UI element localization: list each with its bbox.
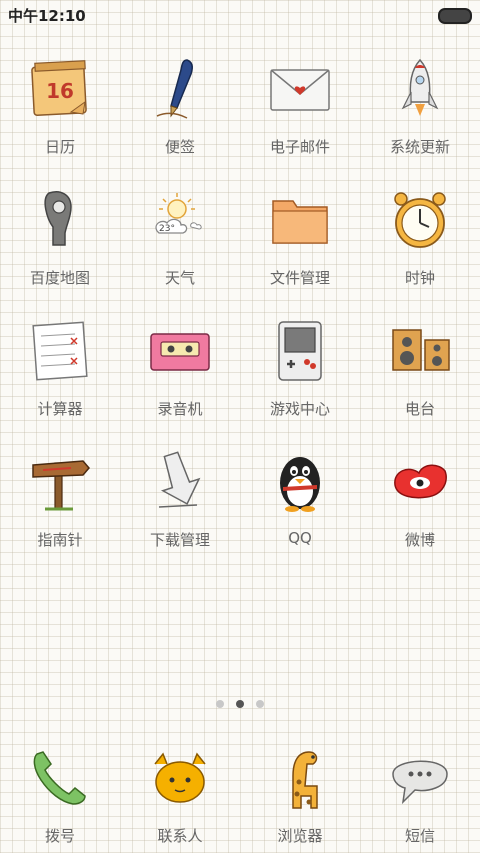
app-radio[interactable]: 电台	[360, 306, 480, 437]
app-recorder[interactable]: 录音机	[120, 306, 240, 437]
app-label: 微博	[404, 531, 435, 549]
dock-contacts[interactable]: 联系人	[120, 740, 240, 846]
dock-browser[interactable]: 浏览器	[240, 740, 360, 846]
cassette-icon	[145, 316, 215, 386]
app-download-manager[interactable]: 下载管理	[120, 437, 240, 568]
app-row: 百度地图 23° 天气 文件管理 时钟	[0, 175, 480, 306]
app-system-update[interactable]: 系统更新	[360, 44, 480, 175]
app-notes[interactable]: 便签	[120, 44, 240, 175]
app-label: 时钟	[404, 269, 435, 287]
page-dot[interactable]	[256, 700, 264, 708]
app-label: 短信	[404, 827, 435, 845]
pen-icon	[145, 54, 215, 124]
app-label: 游戏中心	[269, 400, 330, 418]
app-qq[interactable]: QQ	[240, 437, 360, 568]
app-row: 指南针 下载管理 QQ 微博	[0, 437, 480, 568]
app-row: 16 日历 便签 电子邮件 系统更新	[0, 44, 480, 175]
app-label: 便签	[164, 138, 195, 156]
app-label: 电子邮件	[269, 138, 330, 156]
app-label: 日历	[44, 138, 75, 156]
app-label: 拨号	[44, 827, 75, 845]
app-label: 电台	[404, 400, 435, 418]
app-weather[interactable]: 23° 天气	[120, 175, 240, 306]
app-game-center[interactable]: 游戏中心	[240, 306, 360, 437]
weather-icon: 23°	[145, 185, 215, 255]
chat-bubble-icon	[385, 744, 455, 814]
app-label: 计算器	[37, 400, 83, 418]
dock-dialer[interactable]: 拨号	[0, 740, 120, 846]
calendar-date: 16	[46, 79, 74, 103]
calendar-icon: 16	[25, 54, 95, 124]
app-label: QQ	[288, 529, 312, 547]
app-calculator[interactable]: 计算器	[0, 306, 120, 437]
weibo-icon	[385, 447, 455, 517]
dock-sms[interactable]: 短信	[360, 740, 480, 846]
app-grid: 16 日历 便签 电子邮件 系统更新 百度地图 23° 天气 文件管理 时钟 计…	[0, 44, 480, 568]
status-time: 中午12:10	[8, 7, 86, 25]
app-compass[interactable]: 指南针	[0, 437, 120, 568]
app-label: 指南针	[37, 531, 83, 549]
giraffe-icon	[265, 744, 335, 814]
app-calendar[interactable]: 16 日历	[0, 44, 120, 175]
app-label: 天气	[164, 269, 195, 287]
app-file-manager[interactable]: 文件管理	[240, 175, 360, 306]
app-label: 文件管理	[269, 269, 330, 287]
app-baidu-map[interactable]: 百度地图	[0, 175, 120, 306]
penguin-icon	[265, 447, 335, 517]
app-label: 系统更新	[389, 138, 450, 156]
rocket-icon	[385, 54, 455, 124]
speakers-icon	[385, 316, 455, 386]
app-label: 联系人	[157, 827, 203, 845]
app-label: 浏览器	[277, 827, 323, 845]
calculator-paper-icon	[25, 316, 95, 386]
folder-icon	[265, 185, 335, 255]
signpost-icon	[25, 447, 95, 517]
dock: 拨号 联系人 浏览器 短信	[0, 740, 480, 846]
battery-icon	[438, 8, 472, 24]
app-clock[interactable]: 时钟	[360, 175, 480, 306]
app-label: 下载管理	[149, 531, 210, 549]
app-weibo[interactable]: 微博	[360, 437, 480, 568]
phone-icon	[25, 744, 95, 814]
app-label: 百度地图	[29, 269, 90, 287]
app-row: 计算器 录音机 游戏中心 电台	[0, 306, 480, 437]
page-indicator	[0, 700, 480, 708]
contacts-icon	[145, 744, 215, 814]
page-dot[interactable]	[216, 700, 224, 708]
page-dot-active[interactable]	[236, 700, 244, 708]
map-pin-icon	[25, 185, 95, 255]
game-console-icon	[265, 316, 335, 386]
status-bar: 中午12:10	[0, 0, 480, 28]
app-label: 录音机	[157, 400, 203, 418]
envelope-icon	[265, 54, 335, 124]
app-email[interactable]: 电子邮件	[240, 44, 360, 175]
download-icon	[145, 447, 215, 517]
weather-temperature: 23°	[159, 224, 175, 234]
alarm-clock-icon	[385, 185, 455, 255]
